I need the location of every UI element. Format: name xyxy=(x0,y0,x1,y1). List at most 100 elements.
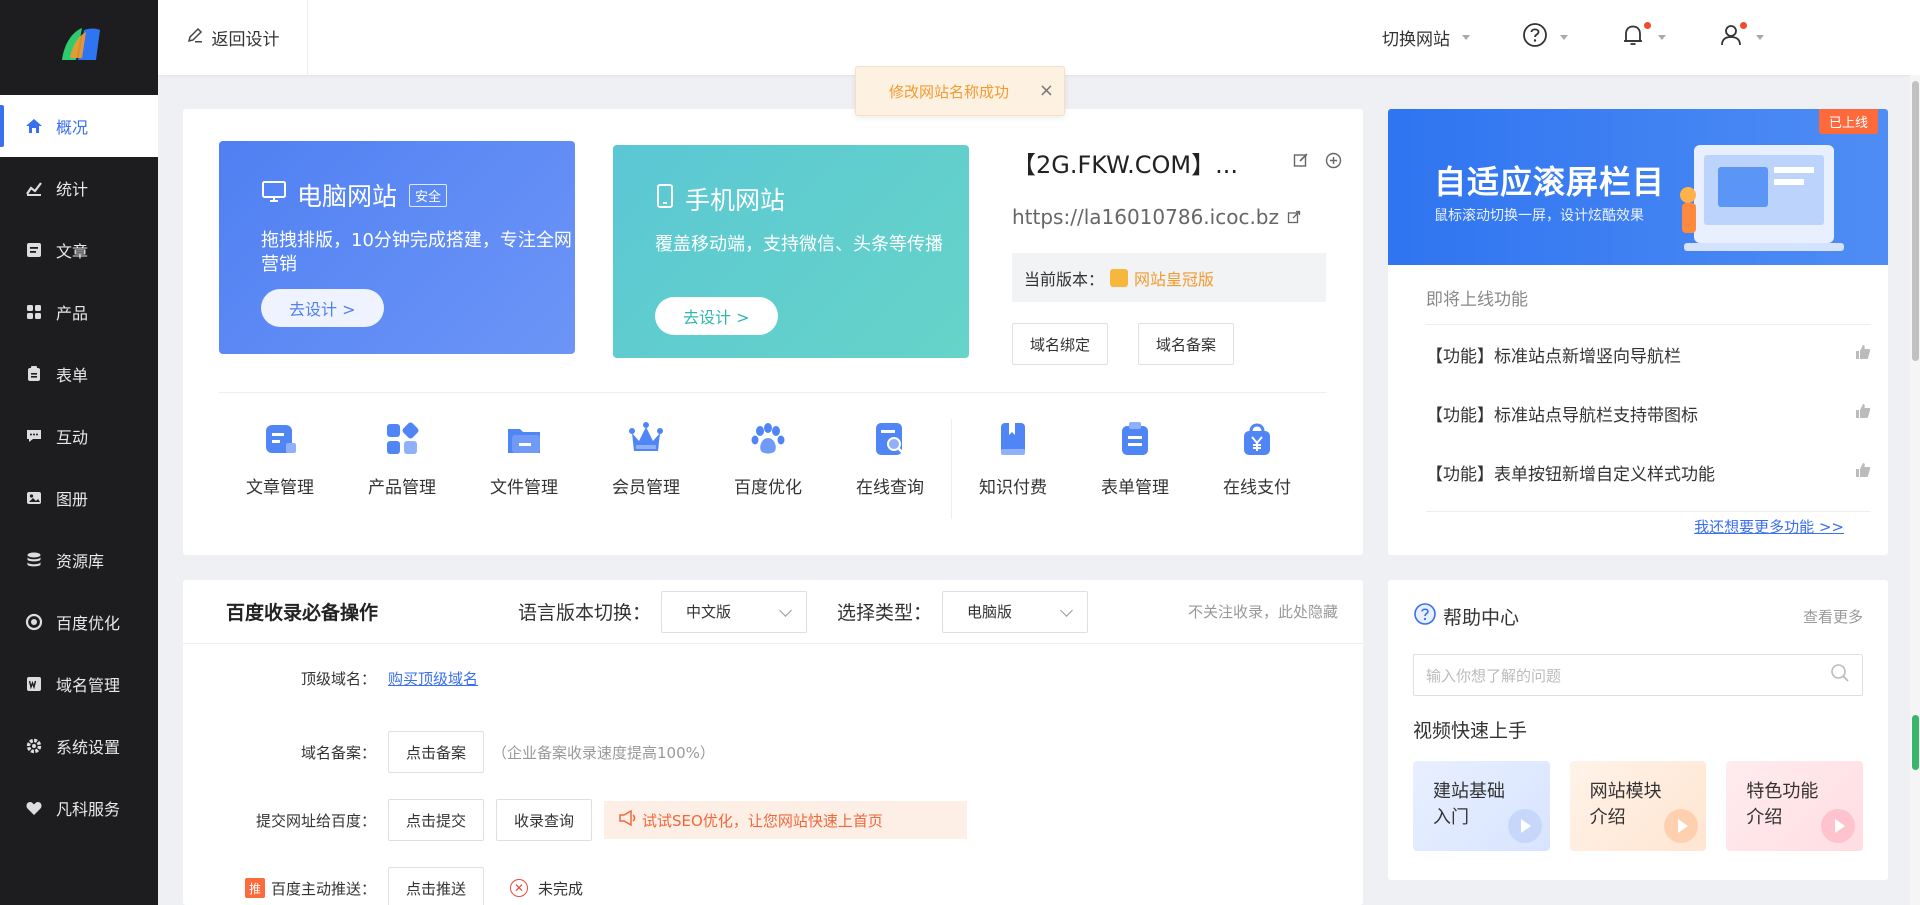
video-card[interactable]: 特色功能 介绍 xyxy=(1726,761,1864,851)
book-icon xyxy=(1001,423,1025,455)
megaphone-icon xyxy=(618,809,636,830)
tool-knowledge-pay[interactable]: 知识付费 xyxy=(952,419,1074,519)
tool-file-manage[interactable]: 文件管理 xyxy=(463,419,585,519)
push-tag: 推 xyxy=(245,878,265,898)
help-dropdown[interactable] xyxy=(1496,22,1594,53)
switch-site-dropdown[interactable]: 切换网站 xyxy=(1356,25,1496,50)
sidebar-item-settings[interactable]: 系统设置 xyxy=(0,715,158,777)
help-center-card: 帮助中心 查看更多 输入你想了解的问题 视频快速上手 建站基础 入门 网站模块 … xyxy=(1388,580,1888,880)
record-button[interactable]: 点击备案 xyxy=(388,731,485,773)
sidebar-item-domain[interactable]: 域名管理 xyxy=(0,653,158,715)
play-icon[interactable] xyxy=(1821,809,1856,843)
sidebar-item-label: 概况 xyxy=(56,118,89,137)
mobile-site-box[interactable]: 手机网站 覆盖移动端，支持微信、头条等传播 去设计 > xyxy=(613,145,969,358)
play-icon[interactable] xyxy=(1507,809,1542,843)
back-to-design-button[interactable]: 返回设计 xyxy=(158,0,308,75)
video-card[interactable]: 建站基础 入门 xyxy=(1413,761,1550,851)
tool-product-manage[interactable]: 产品管理 xyxy=(341,419,463,519)
sidebar-item-stats[interactable]: 统计 xyxy=(0,157,158,219)
database-icon xyxy=(24,550,44,570)
sidebar: 概况 统计 文章 产品 表单 互动 图册 资源库 百度优化 域名管理 系统设置 … xyxy=(0,0,158,905)
type-select[interactable]: 电脑版 xyxy=(942,590,1089,633)
type-label: 选择类型： xyxy=(837,602,933,624)
promo-illustration-icon xyxy=(1680,145,1844,251)
hide-section-link[interactable]: 不关注收录，此处隐藏 xyxy=(1188,601,1338,622)
search-icon[interactable] xyxy=(1830,663,1850,687)
buy-top-domain-link[interactable]: 购买顶级域名 xyxy=(388,668,478,689)
sidebar-item-label: 资源库 xyxy=(56,552,105,571)
sidebar-item-form[interactable]: 表单 xyxy=(0,343,158,405)
push-button[interactable]: 点击推送 xyxy=(388,867,485,905)
tool-member-manage[interactable]: 会员管理 xyxy=(585,419,707,519)
more-features-link[interactable]: 我还想要更多功能 >> xyxy=(1694,516,1844,537)
user-dropdown[interactable] xyxy=(1692,22,1790,53)
video-card[interactable]: 网站模块 介绍 xyxy=(1569,761,1707,851)
version-badge[interactable]: 网站皇冠版 xyxy=(1110,266,1214,290)
sidebar-item-interact[interactable]: 互动 xyxy=(0,405,158,467)
domain-record-button[interactable]: 域名备案 xyxy=(1138,323,1235,365)
promo-banner[interactable]: 已上线 自适应滚屏栏目 鼠标滚动切换一屏，设计炫酷效果 xyxy=(1388,109,1888,265)
tool-online-pay[interactable]: 在线支付 xyxy=(1196,419,1318,519)
sidebar-item-service[interactable]: 凡科服务 xyxy=(0,777,158,839)
tool-label: 知识付费 xyxy=(979,478,1047,498)
thumbs-up-icon[interactable] xyxy=(1855,344,1871,365)
seo-tip-banner[interactable]: 试试SEO优化，让您网站快速上首页 xyxy=(604,801,968,839)
tool-baidu-seo[interactable]: 百度优化 xyxy=(707,419,829,519)
site-url[interactable]: https://la16010786.icoc.bz xyxy=(1012,205,1279,229)
question-badge-icon xyxy=(1413,602,1437,631)
lang-label: 语言版本切换： xyxy=(518,602,652,624)
thumbs-up-icon[interactable] xyxy=(1855,403,1871,424)
notification-dot xyxy=(1644,22,1651,29)
external-link-icon[interactable] xyxy=(1287,205,1301,229)
chevron-down-icon xyxy=(779,603,792,617)
sidebar-item-label: 图册 xyxy=(56,490,89,509)
baidu-index-card: 百度收录必备操作 语言版本切换： 中文版 选择类型： 电脑版 不关注收录，此处隐… xyxy=(183,580,1363,905)
submit-url-row: 提交网址给百度： 点击提交 收录查询 试试SEO优化，让您网站快速上首页 xyxy=(183,799,968,841)
product-manage-icon xyxy=(387,422,419,454)
add-circle-icon[interactable] xyxy=(1325,152,1342,173)
notification-dropdown[interactable] xyxy=(1594,22,1692,53)
side-scroll-indicator[interactable] xyxy=(1912,715,1919,770)
thumbs-up-icon[interactable] xyxy=(1855,462,1871,483)
tool-label: 会员管理 xyxy=(612,478,680,498)
pc-go-design-button[interactable]: 去设计 > xyxy=(261,289,384,327)
domain-record-label: 域名备案： xyxy=(300,743,376,762)
edit-icon[interactable] xyxy=(1293,152,1309,173)
logo[interactable] xyxy=(0,0,158,88)
page-scrollbar[interactable] xyxy=(1910,75,1920,905)
close-icon[interactable]: × xyxy=(1039,80,1054,101)
tool-article-manage[interactable]: 文章管理 xyxy=(219,419,341,519)
help-more-link[interactable]: 查看更多 xyxy=(1803,606,1863,627)
tool-form-manage[interactable]: 表单管理 xyxy=(1074,419,1196,519)
sidebar-item-article[interactable]: 文章 xyxy=(0,219,158,281)
mobile-go-design-button[interactable]: 去设计 > xyxy=(655,297,778,335)
chart-icon xyxy=(24,178,44,198)
promo-card: 已上线 自适应滚屏栏目 鼠标滚动切换一屏，设计炫酷效果 即将上线功能 【功能】标… xyxy=(1388,109,1888,555)
heart-icon xyxy=(24,798,44,818)
sidebar-item-gallery[interactable]: 图册 xyxy=(0,467,158,529)
mobile-site-desc: 覆盖移动端，支持微信、头条等传播 xyxy=(655,234,943,255)
upcoming-title: 即将上线功能 xyxy=(1426,285,1871,325)
scrollbar-thumb[interactable] xyxy=(1912,81,1919,361)
type-select-value: 电脑版 xyxy=(967,603,1013,621)
index-query-button[interactable]: 收录查询 xyxy=(496,799,593,841)
sidebar-item-resources[interactable]: 资源库 xyxy=(0,529,158,591)
domain-bind-button[interactable]: 域名绑定 xyxy=(1012,323,1109,365)
baidu-push-row: 推 百度主动推送： 点击推送 ✕ 未完成 xyxy=(183,867,583,905)
sidebar-item-product[interactable]: 产品 xyxy=(0,281,158,343)
record-hint: （企业备案收录速度提高100%） xyxy=(492,743,715,762)
site-overview-card: 电脑网站 安全 拖拽排版，10分钟完成搭建，专注全网营销 去设计 > 手机网站 … xyxy=(183,109,1363,555)
tool-online-query[interactable]: 在线查询 xyxy=(829,419,951,519)
feature-label: 【功能】标准站点新增竖向导航栏 xyxy=(1426,347,1681,367)
home-icon xyxy=(24,116,44,136)
play-icon[interactable] xyxy=(1664,809,1699,843)
submit-button[interactable]: 点击提交 xyxy=(388,799,485,841)
lang-select[interactable]: 中文版 xyxy=(661,590,808,633)
pc-site-box[interactable]: 电脑网站 安全 拖拽排版，10分钟完成搭建，专注全网营销 去设计 > xyxy=(219,141,575,354)
sidebar-item-label: 互动 xyxy=(56,428,89,447)
sidebar-item-overview[interactable]: 概况 xyxy=(0,95,158,157)
sidebar-item-label: 统计 xyxy=(56,180,89,199)
sidebar-item-baidu[interactable]: 百度优化 xyxy=(0,591,158,653)
user-dot xyxy=(1740,22,1747,29)
help-search-input[interactable]: 输入你想了解的问题 xyxy=(1413,654,1863,696)
